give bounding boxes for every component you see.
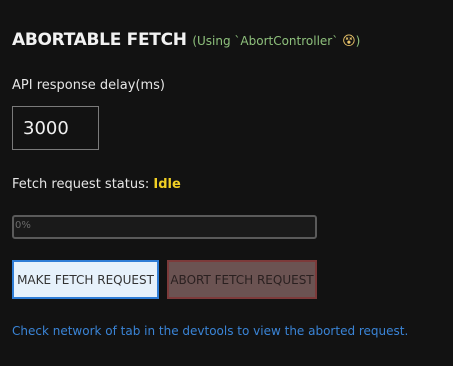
subtitle-close: ) [355,34,361,48]
status-label: Fetch request status: [12,177,150,192]
subtitle-text: (Using `AbortController` [192,34,339,48]
delay-input[interactable] [12,106,99,150]
title-text: ABORTABLE FETCH [12,30,187,50]
delay-label: API response delay(ms) [12,78,165,93]
abort-fetch-request-button[interactable]: ABORT FETCH REQUEST [167,260,317,299]
status-line: Fetch request status: Idle [12,177,181,192]
make-fetch-request-button[interactable]: MAKE FETCH REQUEST [12,260,159,299]
progress-text: 0% [15,220,31,231]
devtools-note: Check network of tab in the devtools to … [12,324,409,338]
status-badge: Idle [153,177,181,192]
dizzy-face-icon: 😵 [342,34,356,49]
progress-bar: 0% [12,215,317,239]
page-subtitle: (Using `AbortController` 😵) [192,34,361,49]
page-title: ABORTABLE FETCH (Using `AbortController`… [12,30,360,50]
